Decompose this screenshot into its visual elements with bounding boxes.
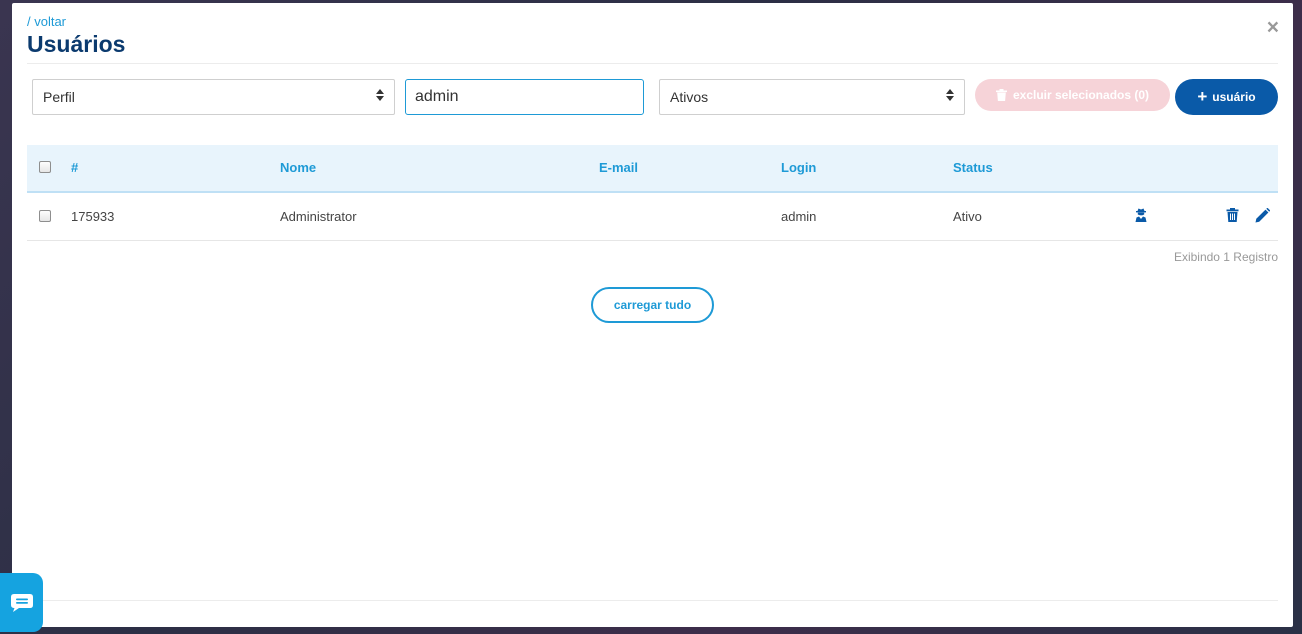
status-select-value: Ativos	[670, 89, 709, 105]
column-header-login: Login	[781, 160, 817, 175]
add-user-label: usuário	[1212, 90, 1256, 104]
user-secret-icon[interactable]	[1134, 208, 1148, 222]
table-row: 175933 Administrator admin Ativo	[27, 193, 1278, 241]
column-header-name: Nome	[280, 160, 317, 175]
add-user-button[interactable]: + usuário	[1175, 79, 1278, 115]
cell-name: Administrator	[280, 209, 357, 224]
chat-bubble-icon	[10, 593, 33, 612]
close-button[interactable]: ×	[1267, 17, 1279, 38]
record-count: Exibindo 1 Registro	[1173, 250, 1278, 264]
cell-login: admin	[781, 209, 817, 224]
profile-select-value: Perfil	[43, 89, 75, 105]
footer-divider	[27, 600, 1278, 601]
header-divider	[27, 63, 1278, 64]
table-header: # Nome E-mail Login Status	[27, 145, 1278, 193]
column-header-status: Status	[953, 160, 993, 175]
search-input[interactable]	[405, 79, 644, 115]
delete-selected-label: excluir selecionados (0)	[1012, 88, 1150, 102]
users-table: # Nome E-mail Login Status 175933 Admini…	[27, 145, 1278, 241]
plus-icon: +	[1197, 87, 1208, 106]
column-header-email: E-mail	[599, 160, 639, 175]
select-all-checkbox[interactable]	[39, 161, 51, 173]
trash-icon[interactable]	[1226, 208, 1239, 222]
load-all-button[interactable]: carregar tudo	[591, 287, 714, 323]
users-modal: / voltar Usuários × Perfil Ativos exclui…	[12, 3, 1293, 627]
row-checkbox[interactable]	[39, 210, 51, 222]
profile-select[interactable]: Perfil	[32, 79, 395, 115]
back-link[interactable]: / voltar	[27, 14, 66, 29]
page-title: Usuários	[27, 31, 126, 57]
column-header-id: #	[71, 160, 79, 175]
trash-icon	[995, 89, 1007, 101]
cell-status: Ativo	[953, 209, 982, 224]
cell-id: 175933	[71, 209, 115, 224]
edit-pencil-icon[interactable]	[1255, 208, 1270, 223]
status-select[interactable]: Ativos	[659, 79, 965, 115]
chat-widget-button[interactable]	[0, 573, 43, 632]
select-arrows-icon	[376, 89, 384, 101]
select-arrows-icon	[946, 89, 954, 101]
delete-selected-button[interactable]: excluir selecionados (0)	[975, 79, 1170, 111]
